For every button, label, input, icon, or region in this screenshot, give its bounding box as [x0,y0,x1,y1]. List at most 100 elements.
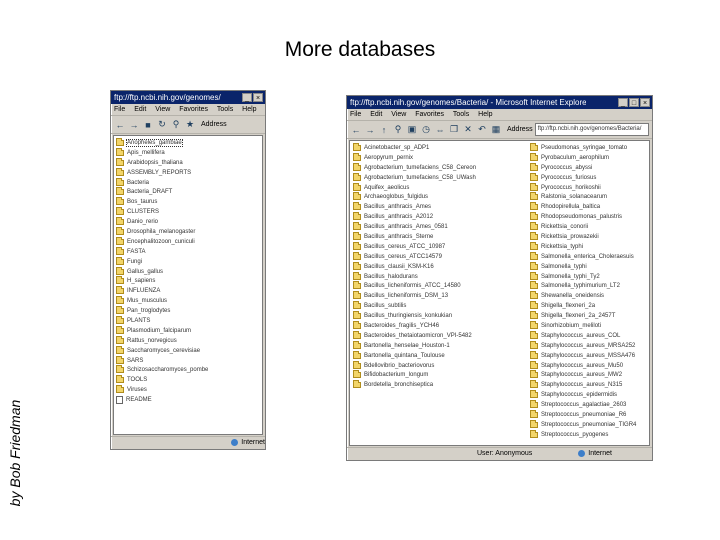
close-button[interactable]: × [640,98,650,107]
menu-view[interactable]: View [155,106,170,113]
menu-edit[interactable]: Edit [370,111,382,118]
folder-item[interactable]: Bacillus_subtilis [353,301,523,311]
folder-item[interactable]: Bacteroides_thetaiotaomicron_VPI-5482 [353,330,523,341]
folder-item[interactable]: Bacillus_licheniformis_DSM_13 [353,291,523,301]
delete-icon[interactable]: ✕ [462,124,474,136]
menu-favorites[interactable]: Favorites [179,106,208,113]
folder-item[interactable]: Agrobacterium_tumefaciens_C58_Cereon [353,162,523,173]
minimize-button[interactable]: _ [242,93,252,102]
folder-item[interactable]: Rickettsia_conorii [530,222,649,232]
folder-item[interactable]: Rickettsia_typhi [530,241,649,252]
folder-item[interactable]: Pyrococcus_horikoshii [530,182,649,193]
folder-item[interactable]: Bacillus_clausii_KSM-K16 [353,261,523,272]
folder-item[interactable]: Bdellovibrio_bacteriovorus [353,360,523,371]
folder-item[interactable]: Bacillus_halodurans [353,271,523,282]
folder-item[interactable]: Bacteria_DRAFT [116,187,208,197]
folder-item[interactable]: INFLUENZA [116,286,208,296]
folder-item[interactable]: Bacillus_anthracis_Ames_0581 [353,222,523,232]
folder-item[interactable]: Pan_troglodytes [116,306,208,316]
folder-item[interactable]: Staphylococcus_aureus_N315 [530,380,649,390]
folder-item[interactable]: Bacillus_cereus_ATCC14579 [353,251,523,262]
folder-item[interactable]: Aeropyrum_pernix [353,152,523,163]
folder-item[interactable]: Pyrobaculum_aerophilum [530,152,649,163]
menu-file[interactable]: File [114,106,125,113]
menu-help[interactable]: Help [242,106,256,113]
folder-item[interactable]: Viruses [116,385,208,395]
menu-view[interactable]: View [391,111,406,118]
folder-item[interactable]: Bacillus_anthracis_Sterne [353,232,523,242]
move-icon[interactable]: ⇔ [434,124,446,136]
folder-item[interactable]: Shigella_flexneri_2a [530,301,649,311]
folder-item[interactable]: Mus_musculus [116,296,208,306]
back-icon[interactable]: ← [350,124,362,136]
close-button[interactable]: × [253,93,263,102]
folder-item[interactable]: Sinorhizobium_meliloti [530,321,649,331]
left-window-titlebar[interactable]: ftp://ftp.ncbi.nih.gov/genomes/ _ × [111,91,265,104]
folder-item[interactable]: H_sapiens [116,276,208,286]
menu-tools[interactable]: Tools [217,106,233,113]
forward-icon[interactable]: → [364,124,376,136]
folder-item[interactable]: Rickettsia_prowazekii [530,232,649,242]
right-window-titlebar[interactable]: ftp://ftp.ncbi.nih.gov/genomes/Bacteria/… [347,96,652,109]
menu-help[interactable]: Help [478,111,492,118]
file-item[interactable]: README [116,395,208,405]
menu-favorites[interactable]: Favorites [415,111,444,118]
folder-item[interactable]: Bartonella_quintana_Toulouse [353,350,523,361]
folder-item[interactable]: Bacillus_anthracis_A2012 [353,212,523,222]
folder-item[interactable]: Plasmodium_falciparum [116,325,208,336]
folder-item[interactable]: Pyrococcus_furiosus [530,172,649,183]
folder-item[interactable]: Shewanella_oneidensis [530,291,649,301]
folder-item[interactable]: PLANTS [116,316,208,326]
up-icon[interactable]: ↑ [378,124,390,136]
folder-item[interactable]: Staphylococcus_aureus_MRSA252 [530,340,649,351]
folder-item[interactable]: Staphylococcus_aureus_MSSA476 [530,350,649,361]
folder-item[interactable]: FASTA [116,246,208,257]
folder-item[interactable]: Salmonella_typhi [530,261,649,272]
left-file-list[interactable]: Anopheles_gambiae Apis_mellifera Arabidops… [113,135,263,435]
undo-icon[interactable]: ↶ [476,124,488,136]
folder-item[interactable]: Danio_rerio [116,217,208,227]
folder-item[interactable]: Pyrococcus_abyssi [530,162,649,173]
minimize-button[interactable]: _ [618,98,628,107]
folder-item[interactable]: Rhodopirellula_baltica [530,202,649,212]
folder-item[interactable]: Schizosaccharomyces_pombe [116,365,208,375]
favorites-icon[interactable]: ★ [184,119,196,131]
folder-item[interactable]: ASSEMBLY_REPORTS [116,167,208,178]
folder-item[interactable]: Staphylococcus_aureus_COL [530,330,649,341]
forward-icon[interactable]: → [128,119,140,131]
folder-item[interactable]: CLUSTERS [116,207,208,217]
folder-item[interactable]: Rhodopseudomonas_palustris [530,212,649,222]
folder-item[interactable]: Encephalitozoon_cuniculi [116,236,208,247]
folder-item[interactable]: Pseudomonas_syringae_tomato [530,143,649,153]
folder-item[interactable]: Streptococcus_pneumoniae_R6 [530,410,649,420]
menu-tools[interactable]: Tools [453,111,469,118]
maximize-button[interactable]: □ [629,98,639,107]
folder-item[interactable]: Anopheles_gambiae [116,138,208,148]
search-icon[interactable]: ⚲ [392,124,404,136]
folder-item[interactable]: Bartonella_henselae_Houston-1 [353,340,523,351]
address-field[interactable]: ftp://ftp.ncbi.nih.gov/genomes/Bacteria/ [534,123,649,136]
folder-item[interactable]: Arabidopsis_thaliana [116,157,208,168]
folder-item[interactable]: Staphylococcus_epidermidis [530,390,649,400]
stop-icon[interactable]: ■ [142,119,154,131]
folder-item[interactable]: Agrobacterium_tumefaciens_C58_UWash [353,172,523,183]
folder-item[interactable]: Bacillus_licheniformis_ATCC_14580 [353,281,523,291]
menu-file[interactable]: File [350,111,361,118]
folder-item[interactable]: Bifidobacterium_longum [353,370,523,380]
menu-edit[interactable]: Edit [134,106,146,113]
search-icon[interactable]: ⚲ [170,119,182,131]
folder-item[interactable]: Bordetella_bronchiseptica [353,380,523,390]
copy-icon[interactable]: ❐ [448,124,460,136]
folder-item[interactable]: Aquifex_aeolicus [353,182,523,193]
folder-item[interactable]: Bacillus_anthracis_Ames [353,202,523,212]
folder-item[interactable]: Staphylococcus_aureus_Mu50 [530,360,649,371]
folder-item[interactable]: Bacillus_thuringiensis_konkukian [353,311,523,321]
folder-item[interactable]: Salmonella_typhimurium_LT2 [530,281,649,291]
folder-item[interactable]: Bacteria [116,177,208,188]
history-icon[interactable]: ◷ [420,124,432,136]
folder-item[interactable]: Gallus_gallus [116,266,208,277]
folder-item[interactable]: Streptococcus_agalactiae_2603 [530,400,649,410]
folder-item[interactable]: Salmonella_typhi_Ty2 [530,271,649,282]
folder-item[interactable]: Staphylococcus_aureus_MW2 [530,370,649,380]
right-file-list[interactable]: Acinetobacter_sp_ADP1 Aeropyrum_pernix Agr… [349,140,650,446]
